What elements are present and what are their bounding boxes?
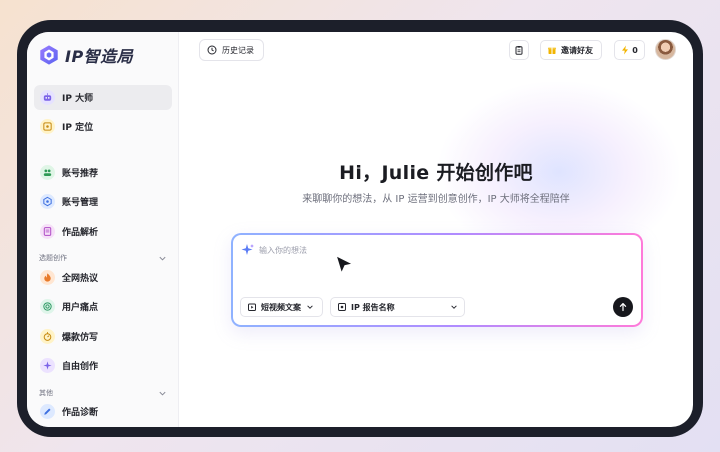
sidebar: IP智造局 IP 大师 IP 定位 账号推荐 账号管理 作品解析 选题创作 全网… (27, 32, 179, 427)
sidebar-item-work-diagnosis[interactable]: 作品诊断 (34, 399, 172, 424)
invite-label: 邀请好友 (561, 45, 593, 55)
sidebar-item-viral-rewrite[interactable]: 爆款仿写 (34, 324, 172, 349)
report-select-value: IP 报告名称 (351, 302, 395, 312)
report-select[interactable]: IP 报告名称 (330, 297, 465, 317)
pen-check-icon (40, 404, 55, 419)
points-value: 0 (632, 45, 638, 55)
page-title: Hi，Julie 开始创作吧 (339, 162, 533, 184)
gift-icon (548, 47, 556, 54)
hexagon-gear-icon (40, 194, 55, 209)
brand-name: IP智造局 (65, 47, 134, 66)
sparkle-icon (40, 358, 55, 373)
format-select-value: 短视频文案 (261, 302, 301, 312)
user-avatar[interactable] (655, 39, 676, 60)
ai-sparkle-icon (241, 244, 254, 255)
section-title: 选题创作 (39, 254, 67, 262)
lightning-icon (622, 45, 629, 55)
clock-icon (207, 45, 217, 55)
sidebar-item-label: 自由创作 (62, 362, 99, 372)
points-button[interactable]: 0 (614, 40, 645, 60)
history-button[interactable]: 历史记录 (199, 39, 264, 61)
section-other[interactable]: 其他 (39, 387, 167, 399)
flame-icon (40, 270, 55, 285)
chevron-down-icon (451, 305, 457, 309)
sidebar-item-account-manage[interactable]: 账号管理 (34, 189, 172, 214)
document-icon (40, 224, 55, 239)
history-label: 历史记录 (222, 45, 254, 55)
sidebar-item-label: 作品诊断 (62, 408, 99, 418)
invite-friends-button[interactable]: 邀请好友 (540, 40, 602, 60)
section-topic-creation[interactable]: 选题创作 (39, 252, 167, 264)
report-select-content: IP 报告名称 (337, 302, 395, 313)
chevron-down-icon (159, 391, 166, 396)
robot-icon (40, 90, 55, 105)
sidebar-item-label: IP 大师 (62, 94, 94, 104)
target-icon (338, 303, 346, 311)
timer-icon (40, 329, 55, 344)
sidebar-item-label: 账号推荐 (62, 169, 99, 179)
chevron-down-icon (159, 256, 166, 261)
app-window: IP智造局 IP 大师 IP 定位 账号推荐 账号管理 作品解析 选题创作 全网… (27, 32, 693, 427)
clipboard-icon (515, 46, 523, 55)
sidebar-item-ip-positioning[interactable]: IP 定位 (34, 114, 172, 139)
sidebar-item-label: IP 定位 (62, 123, 94, 133)
target-icon (40, 119, 55, 134)
sidebar-item-user-pain-points[interactable]: 用户痛点 (34, 294, 172, 319)
people-icon (40, 165, 55, 180)
prompt-composer: 短视频文案 IP 报告名称 (231, 233, 643, 327)
composer-body: 短视频文案 IP 报告名称 (233, 235, 641, 325)
main-area: 历史记录 邀请好友 0 Hi，Julie 开始创作吧 来聊聊你的想法，从 IP … (179, 32, 693, 427)
sidebar-item-label: 全网热议 (62, 274, 99, 284)
clipboard-button[interactable] (509, 40, 529, 60)
brand-logo[interactable]: IP智造局 (38, 43, 133, 67)
format-select[interactable]: 短视频文案 (240, 297, 323, 317)
logo-cube-icon (40, 45, 58, 65)
sidebar-item-label: 用户痛点 (62, 303, 99, 313)
sidebar-item-label: 账号管理 (62, 198, 99, 208)
page-subtitle: 来聊聊你的想法，从 IP 运营到创意创作，IP 大师将全程陪伴 (302, 194, 570, 205)
send-button[interactable] (613, 297, 633, 317)
sidebar-item-account-recommend[interactable]: 账号推荐 (34, 160, 172, 185)
prompt-input[interactable] (259, 241, 629, 259)
video-doc-icon (248, 303, 256, 311)
sidebar-item-label: 作品解析 (62, 228, 99, 238)
sidebar-item-free-creation[interactable]: 自由创作 (34, 353, 172, 378)
sidebar-item-trending[interactable]: 全网热议 (34, 265, 172, 290)
sidebar-item-work-analysis[interactable]: 作品解析 (34, 219, 172, 244)
chevron-down-icon (307, 305, 313, 309)
sidebar-item-ip-master[interactable]: IP 大师 (34, 85, 172, 110)
section-title: 其他 (39, 389, 53, 397)
mouse-pointer-icon (335, 254, 354, 275)
sidebar-item-label: 爆款仿写 (62, 333, 99, 343)
arrow-up-icon (619, 303, 627, 312)
spiral-icon (40, 299, 55, 314)
